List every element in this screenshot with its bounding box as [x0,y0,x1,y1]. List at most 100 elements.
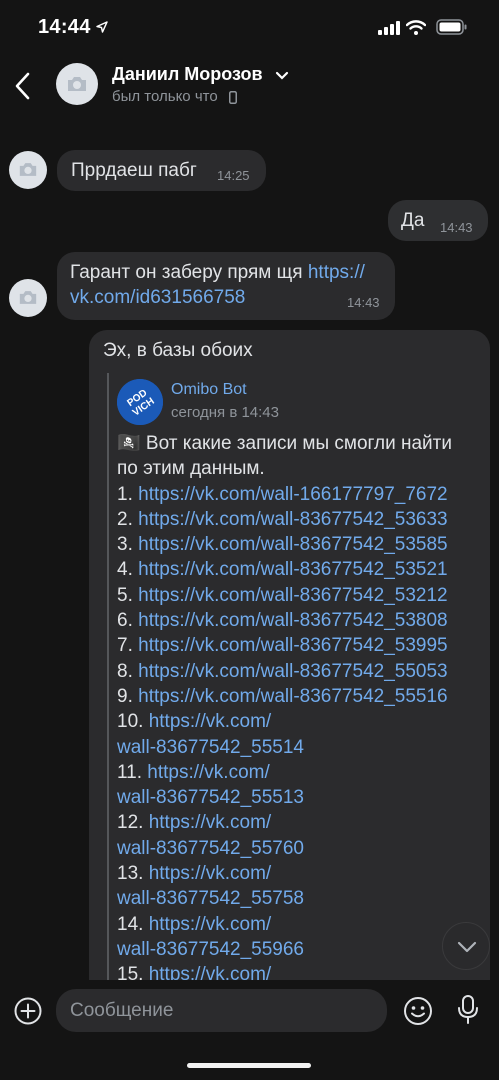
message-text: Да [401,210,425,231]
wall-link[interactable]: https://vk.com/wall-83677542_55053 [138,661,447,682]
message-text: Эх, в базы обоих [103,340,253,361]
wall-link[interactable]: https://vk.com/wall-83677542_53995 [138,635,447,656]
list-item: 12. https://vk.com/ [117,810,483,835]
list-item: 3. https://vk.com/wall-83677542_53585 [117,532,483,557]
message-text-part: Гарант он заберу прям щя [70,262,308,283]
list-item-continuation: wall-83677542_55513 [117,785,483,810]
list-item-continuation: wall-83677542_55966 [117,937,483,962]
location-arrow-icon [96,21,108,33]
list-number: 3. [117,534,139,556]
sender-avatar[interactable] [9,279,47,317]
list-number: 8. [117,660,139,682]
contact-avatar[interactable] [56,63,98,105]
chevron-down-icon[interactable] [275,71,289,81]
scroll-down-button[interactable] [442,922,490,970]
wall-link[interactable]: wall-83677542_55760 [117,838,304,859]
forward-date: сегодня в 14:43 [171,404,279,421]
list-number: 10. [117,711,149,733]
list-number: 13. [117,863,149,885]
message-text: Гарант он заберу прям щя https:// vk.com… [70,260,390,310]
message-text: Пррдаеш пабг [71,160,197,181]
chevron-left-icon[interactable] [12,70,34,102]
list-item: 4. https://vk.com/wall-83677542_53521 [117,557,483,582]
profile-link[interactable]: vk.com/id631566758 [70,287,245,308]
list-item: 5. https://vk.com/wall-83677542_53212 [117,583,483,608]
chevron-down-icon [457,941,477,953]
forward-body: 🏴‍☠️ Вот какие записи мы смогли найти по… [117,431,483,988]
list-item: 6. https://vk.com/wall-83677542_53808 [117,608,483,633]
message-input[interactable]: Сообщение [56,989,387,1032]
intro-line: по этим данным. [117,458,265,480]
list-number: 12. [117,812,149,834]
list-item: 8. https://vk.com/wall-83677542_55053 [117,659,483,684]
bot-logo-icon: POD VICH [117,379,163,425]
forwarded-message[interactable]: POD VICH Omibo Bot сегодня в 14:43 🏴‍☠️ … [107,373,477,985]
list-item-continuation: wall-83677542_55514 [117,735,483,760]
list-number: 9. [117,685,139,707]
wall-link[interactable]: wall-83677542_55966 [117,939,304,960]
message-bubble[interactable]: Гарант он заберу прям щя https:// vk.com… [57,252,395,320]
plus-icon[interactable] [14,997,42,1025]
intro-line: 🏴‍☠️ Вот какие записи мы смогли найти [117,433,452,454]
list-number: 7. [117,635,139,657]
camera-icon [19,163,37,176]
wall-link[interactable]: https://vk.com/wall-83677542_53212 [138,585,447,606]
list-number: 6. [117,610,139,632]
wall-link[interactable]: https://vk.com/ [149,914,271,935]
status-bar: 14:44 [0,0,499,56]
list-item: 13. https://vk.com/ [117,861,483,886]
list-number: 2. [117,508,139,530]
wall-link[interactable]: https://vk.com/wall-83677542_53808 [138,610,447,631]
message-time: 14:25 [217,168,250,183]
wall-link[interactable]: https://vk.com/ [149,711,271,732]
smile-icon[interactable] [403,996,433,1026]
wall-link[interactable]: wall-83677542_55513 [117,787,304,808]
list-item: 11. https://vk.com/ [117,760,483,785]
camera-icon [19,291,37,304]
list-item: 9. https://vk.com/wall-83677542_55516 [117,684,483,709]
wall-link[interactable]: https://vk.com/ [149,812,271,833]
link-list: 1. https://vk.com/wall-166177797_7672 2. … [117,482,483,988]
sender-avatar[interactable] [9,151,47,189]
list-number: 5. [117,584,139,606]
wall-link[interactable]: https://vk.com/ [149,863,271,884]
list-number: 11. [117,761,148,783]
mic-icon[interactable] [456,994,480,1026]
list-number: 14. [117,913,149,935]
status-time: 14:44 [38,16,91,38]
wall-link[interactable]: https://vk.com/wall-83677542_53633 [138,509,447,530]
phone-icon [229,91,237,104]
list-item-continuation: wall-83677542_55760 [117,836,483,861]
wall-link[interactable]: https://vk.com/wall-83677542_55516 [138,686,447,707]
message-bubble[interactable]: Пррдаеш пабг 14:25 [57,150,266,191]
list-item: 1. https://vk.com/wall-166177797_7672 [117,482,483,507]
list-item: 10. https://vk.com/ [117,709,483,734]
contact-name[interactable]: Даниил Морозов [112,64,263,85]
home-indicator [187,1063,311,1068]
battery-icon [436,19,467,35]
wall-link[interactable]: https://vk.com/ [147,762,269,783]
bot-name[interactable]: Omibo Bot [171,381,247,399]
list-item-continuation: wall-83677542_55758 [117,886,483,911]
wall-link[interactable]: wall-83677542_55514 [117,737,304,758]
list-item: 14. https://vk.com/ [117,912,483,937]
message-bubble[interactable]: Да 14:43 [388,200,488,241]
contact-status: был только что [112,88,218,105]
wall-link[interactable]: wall-83677542_55758 [117,888,304,909]
cellular-signal-icon [378,21,400,35]
bot-avatar[interactable]: POD VICH [117,379,163,425]
message-time: 14:43 [347,295,380,310]
profile-link[interactable]: https:// [308,262,365,283]
wall-link[interactable]: https://vk.com/wall-83677542_53521 [138,559,447,580]
list-number: 1. [117,483,139,505]
message-time: 14:43 [440,220,473,235]
wifi-icon [406,20,426,35]
wall-link[interactable]: https://vk.com/wall-83677542_53585 [138,534,447,555]
chat-header: Даниил Морозов был только что [0,56,499,118]
list-item: 2. https://vk.com/wall-83677542_53633 [117,507,483,532]
list-number: 4. [117,559,139,581]
list-item: 7. https://vk.com/wall-83677542_53995 [117,633,483,658]
wall-link[interactable]: https://vk.com/wall-166177797_7672 [138,484,447,505]
message-input-placeholder: Сообщение [70,1000,174,1021]
camera-icon [68,77,86,91]
